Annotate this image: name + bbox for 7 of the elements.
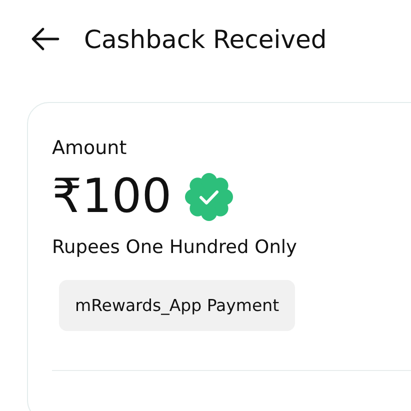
verified-icon [184,172,234,222]
amount-label: Amount [52,137,127,159]
back-icon[interactable] [30,27,60,51]
amount-value: ₹100 [52,169,172,225]
screen-title: Cashback Received [84,24,327,54]
payment-tag: mRewards_App Payment [59,280,296,331]
amount-in-words: Rupees One Hundred Only [52,237,298,258]
